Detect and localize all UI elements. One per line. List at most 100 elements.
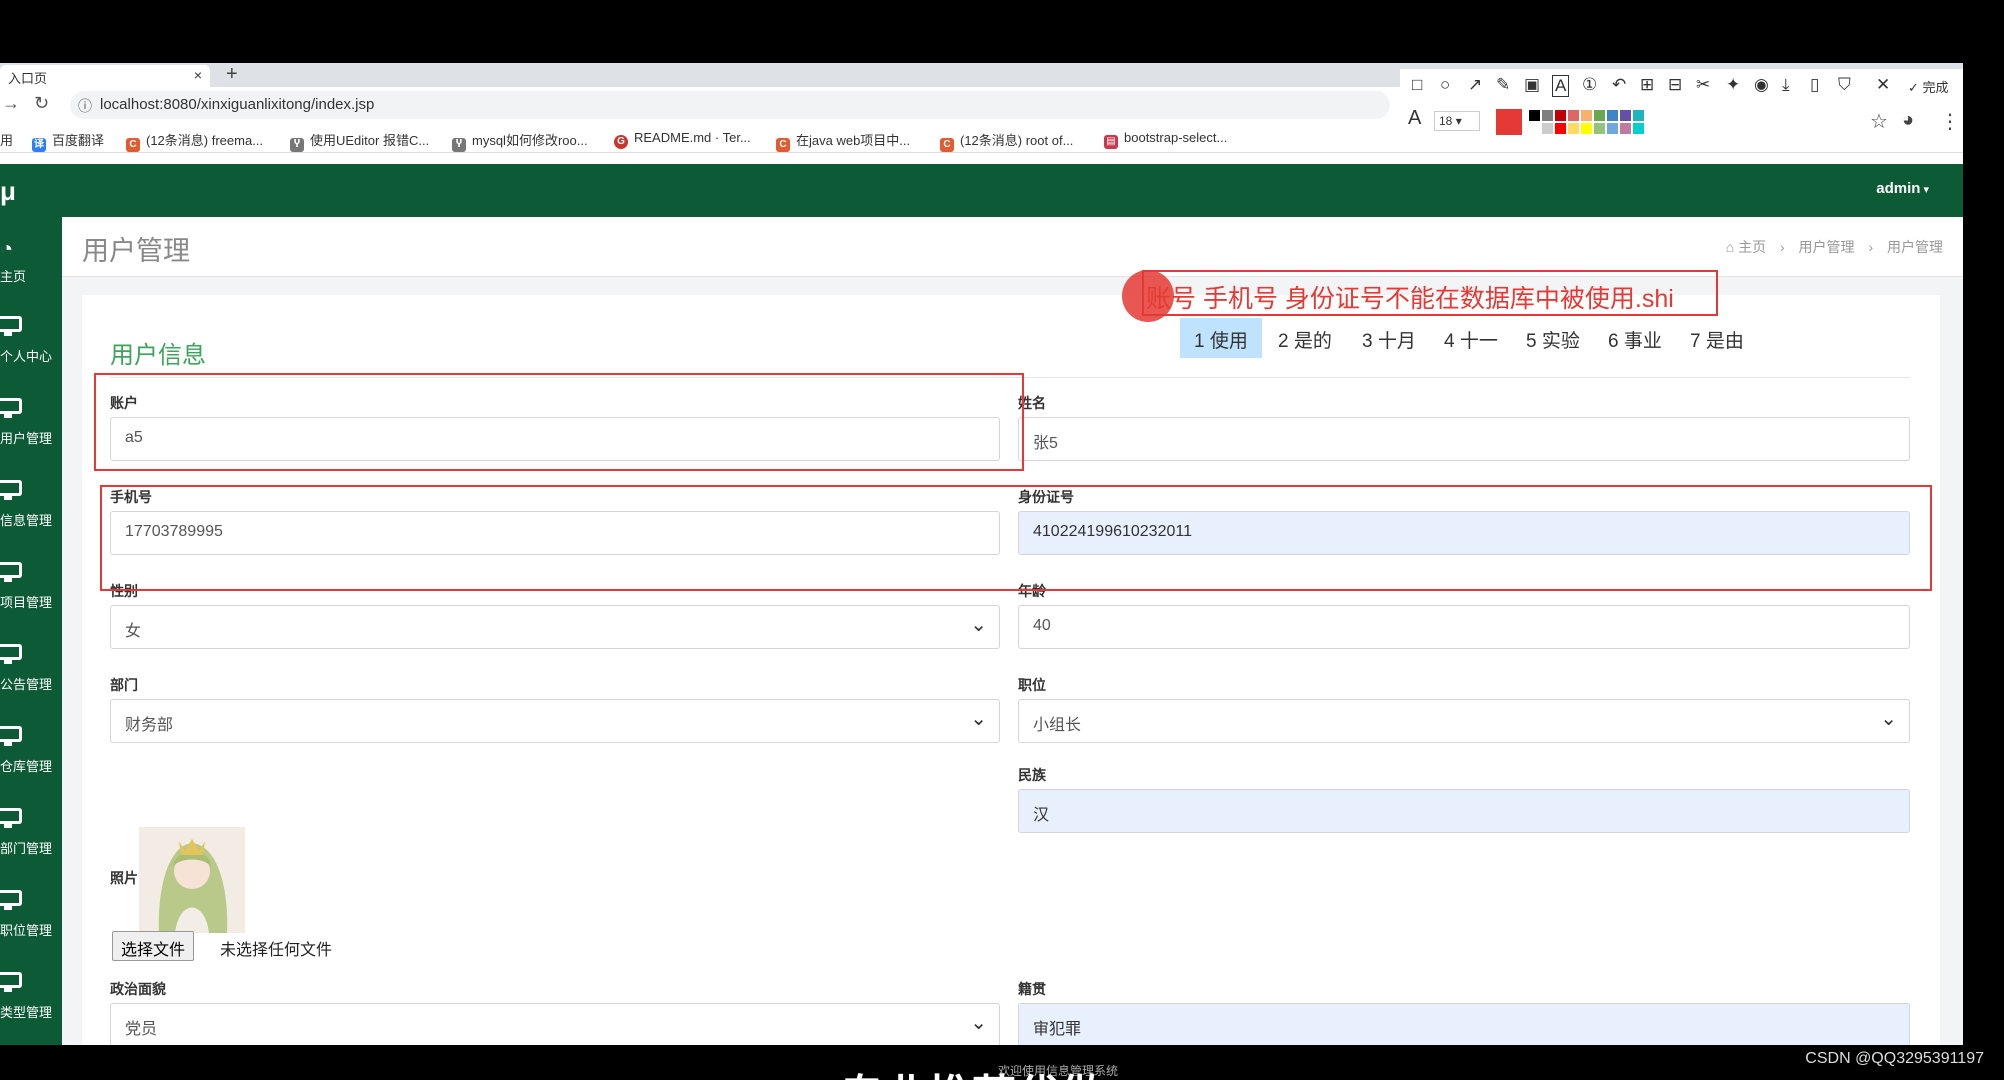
color-swatch[interactable] [1580, 122, 1593, 135]
address-bar[interactable]: ⓘ localhost:8080/xinxiguanlixitong/index… [70, 91, 1390, 119]
ime-candidate[interactable]: 4 十一 [1430, 318, 1512, 358]
pin-icon[interactable]: ✦ [1726, 75, 1740, 95]
sidebar-item-users[interactable]: 用户管理 [0, 398, 62, 474]
sidebar-item-projects[interactable]: 项目管理 [0, 562, 62, 638]
site-info-icon[interactable]: ⓘ [78, 96, 92, 116]
color-swatch[interactable] [1567, 122, 1580, 135]
name-input[interactable]: 张5 [1018, 417, 1910, 461]
color-swatch[interactable] [1580, 109, 1593, 122]
ethnicity-input[interactable]: 汉 [1018, 789, 1910, 833]
user-photo [139, 827, 245, 933]
sidebar-item-info[interactable]: 信息管理 [0, 480, 62, 556]
color-swatch[interactable] [1528, 109, 1541, 122]
color-swatch[interactable] [1528, 122, 1541, 135]
star-icon[interactable]: ☆ [1870, 109, 1888, 134]
forward-icon[interactable]: → [2, 93, 20, 114]
arrow-tool-icon[interactable]: ↗ [1468, 75, 1482, 95]
ime-candidate[interactable]: 2 是的 [1264, 318, 1346, 358]
current-color-swatch[interactable] [1496, 109, 1522, 135]
download-icon[interactable]: ⤓ [1782, 75, 1790, 95]
color-swatch[interactable] [1632, 122, 1645, 135]
browser-tab[interactable]: 入口页 × [0, 65, 210, 87]
color-swatch[interactable] [1554, 122, 1567, 135]
bookmark-item[interactable]: 译百度翻译 [32, 130, 104, 152]
ime-candidate[interactable]: 3 十月 [1348, 318, 1430, 358]
color-swatch[interactable] [1619, 109, 1632, 122]
color-swatch[interactable] [1632, 109, 1645, 122]
monitor-icon [0, 480, 22, 500]
monitor-icon [0, 644, 22, 664]
color-swatch[interactable] [1541, 122, 1554, 135]
monitor-icon [0, 398, 22, 418]
bookmark-item[interactable]: Ⴤ 使用UEditor 报错C... [290, 130, 429, 152]
mosaic-tool-icon[interactable]: ▣ [1524, 75, 1540, 95]
color-swatch[interactable] [1606, 122, 1619, 135]
sidebar-item-home[interactable]: ◔ 主页 [0, 236, 62, 312]
pen-tool-icon[interactable]: ✎ [1496, 75, 1510, 95]
ime-candidate[interactable]: 1 使用 [1180, 318, 1262, 358]
sidebar-item-profile[interactable]: 个人中心 [0, 316, 62, 392]
text-tool-icon[interactable]: A [1552, 75, 1570, 97]
ime-candidate[interactable]: 6 事业 [1594, 318, 1676, 358]
breadcrumb-item[interactable]: 用户管理 [1799, 239, 1855, 255]
sidebar-item-label: 类型管理 [0, 1005, 53, 1020]
record-icon[interactable]: ◉ [1754, 75, 1769, 95]
bookmark-item[interactable]: C (12条消息) root of... [940, 130, 1073, 152]
new-tab-icon[interactable]: + [226, 63, 238, 86]
color-swatch[interactable] [1606, 109, 1619, 122]
dept-select[interactable]: 财务部 [110, 699, 1000, 743]
gender-select[interactable]: 女 [110, 605, 1000, 649]
color-swatch[interactable] [1593, 122, 1606, 135]
screen: 入口页 × + → ↻ ⓘ localhost:8080/xinxiguanli… [0, 63, 1963, 1045]
bookmark-item[interactable]: Ⴤmysql如何修改roo... [452, 130, 588, 152]
bookmark-item[interactable]: G README.md · Ter... [614, 130, 751, 149]
ocr-icon[interactable]: ⊞ [1640, 75, 1654, 95]
position-select[interactable]: 小组长 [1018, 699, 1910, 743]
sidebar-item-label: 信息管理 [0, 513, 53, 528]
monitor-icon [0, 890, 22, 910]
bookmark-item[interactable]: C 在java web项目中... [776, 130, 910, 152]
ime-candidate[interactable]: 7 是由 [1676, 318, 1758, 358]
ellipse-tool-icon[interactable]: ○ [1440, 75, 1450, 95]
undo-icon[interactable]: ↶ [1612, 75, 1626, 95]
scissors-icon[interactable]: ✂ [1696, 75, 1710, 95]
number-tool-icon[interactable]: ① [1582, 75, 1597, 95]
color-swatch[interactable] [1541, 109, 1554, 122]
url-text: localhost:8080/xinxiguanlixitong/index.j… [100, 96, 375, 113]
sidebar-item-label: 主页 [0, 269, 27, 284]
rectangle-tool-icon[interactable]: □ [1412, 75, 1422, 95]
sidebar-item-departments[interactable]: 部门管理 [0, 808, 62, 884]
menu-icon[interactable]: ⋮ [1940, 109, 1960, 134]
color-swatch[interactable] [1554, 109, 1567, 122]
bookmark-tool-icon[interactable]: ⛉ [1838, 75, 1851, 95]
bookmark-item[interactable]: ▤ bootstrap-select... [1104, 130, 1227, 149]
politics-select[interactable]: 党员 [110, 1003, 1000, 1045]
sidebar-item-positions[interactable]: 职位管理 [0, 890, 62, 966]
profile-icon[interactable]: ◕ [1902, 109, 1914, 132]
sidebar-item-warehouse[interactable]: 仓库管理 [0, 726, 62, 802]
bookmark-item[interactable]: 用 [0, 130, 13, 149]
top-navbar: admin [62, 164, 1963, 217]
ime-input-text: 账号 手机号 身份证号不能在数据库中被使用.shi [1146, 285, 1674, 313]
sidebar-item-label: 部门管理 [0, 841, 53, 856]
tab-close-icon[interactable]: × [194, 67, 202, 83]
color-swatch[interactable] [1567, 109, 1580, 122]
native-input[interactable]: 审犯罪 [1018, 1003, 1910, 1045]
color-swatch[interactable] [1593, 109, 1606, 122]
admin-menu[interactable]: admin [1876, 180, 1929, 197]
translate-icon[interactable]: ⊟ [1668, 75, 1682, 95]
breadcrumb-item[interactable]: 主页 [1738, 239, 1766, 255]
reload-icon[interactable]: ↻ [34, 93, 49, 114]
age-input[interactable]: 40 [1018, 605, 1910, 649]
ime-candidate[interactable]: 5 实验 [1512, 318, 1594, 358]
color-swatch[interactable] [1619, 122, 1632, 135]
bookmark-item[interactable]: C (12条消息) freema... [126, 130, 263, 152]
close-icon[interactable]: ✕ [1876, 75, 1890, 95]
bookmark-icon: G [614, 135, 628, 149]
sidebar-item-notices[interactable]: 公告管理 [0, 644, 62, 720]
font-size-select[interactable]: 18 ▾ [1434, 111, 1480, 131]
phone-icon[interactable]: ▯ [1810, 75, 1819, 95]
done-button[interactable]: ✓ 完成 [1908, 77, 1949, 96]
sidebar-item-types[interactable]: 类型管理 [0, 972, 62, 1045]
choose-file-button[interactable]: 选择文件 [112, 931, 195, 961]
